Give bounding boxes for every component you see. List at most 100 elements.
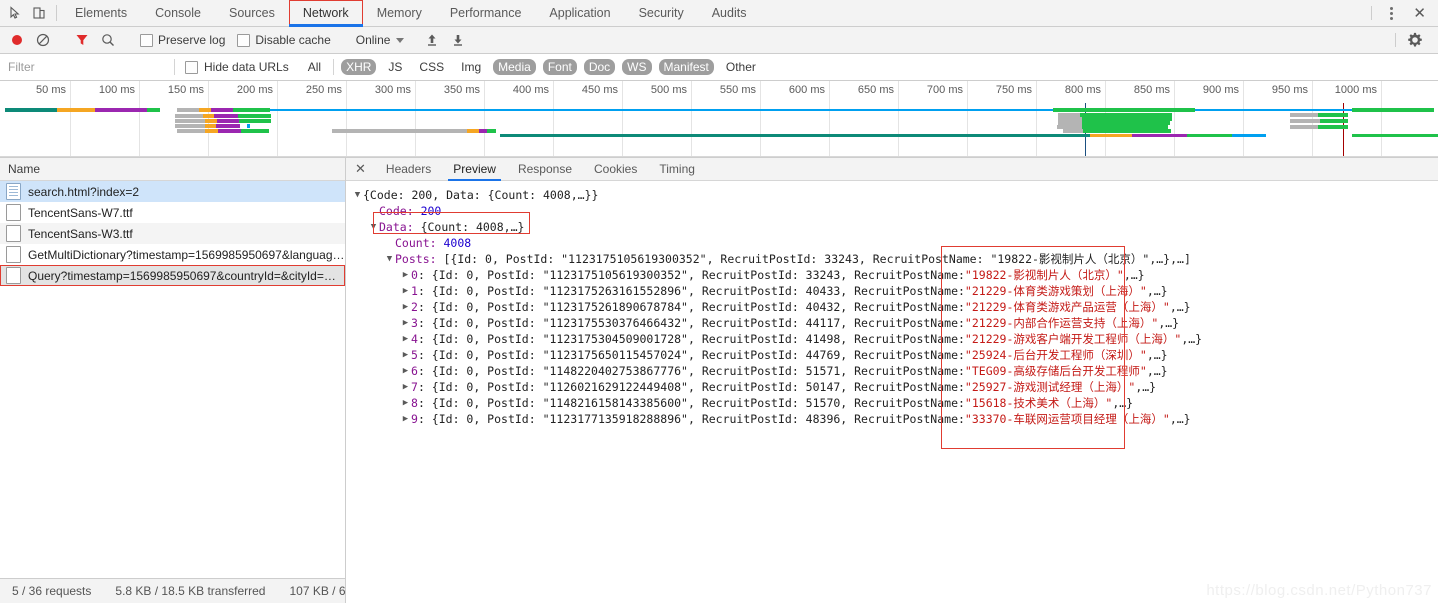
expand-triangle-icon[interactable]: ▼	[384, 251, 395, 267]
json-post-index: 7	[411, 380, 418, 394]
json-post-item[interactable]: ▶ 0: {Id: 0, PostId: "112317510561930035…	[352, 267, 1438, 283]
json-post-item[interactable]: ▶ 4: {Id: 0, PostId: "112317530450900172…	[352, 331, 1438, 347]
json-post-item[interactable]: ▶ 7: {Id: 0, PostId: "112602162912244940…	[352, 379, 1438, 395]
json-post-item[interactable]: ▶ 9: {Id: 0, PostId: "112317713591828889…	[352, 411, 1438, 427]
json-post-item[interactable]: ▶ 2: {Id: 0, PostId: "112317526189067878…	[352, 299, 1438, 315]
close-icon[interactable]: ✕	[1411, 6, 1428, 21]
more-options-icon[interactable]	[1384, 6, 1399, 20]
expand-triangle-icon[interactable]: ▶	[400, 379, 411, 395]
expand-triangle-icon[interactable]: ▶	[400, 395, 411, 411]
filter-input[interactable]	[0, 56, 174, 78]
chip-ws[interactable]: WS	[622, 59, 652, 75]
device-toolbar-icon[interactable]	[32, 6, 46, 20]
tab-elements[interactable]: Elements	[61, 0, 141, 26]
tab-application[interactable]: Application	[535, 0, 624, 26]
chip-font[interactable]: Font	[542, 59, 577, 75]
tab-network[interactable]: Network	[288, 0, 363, 27]
json-post-item[interactable]: ▶ 8: {Id: 0, PostId: "114821615814338560…	[352, 395, 1438, 411]
generic-file-icon	[6, 267, 21, 284]
inspect-element-icon[interactable]	[8, 6, 22, 20]
request-list[interactable]: search.html?index=2 TencentSans-W7.ttf T…	[0, 181, 345, 578]
tick-label: 50 ms	[36, 84, 66, 96]
tab-response[interactable]: Response	[507, 158, 583, 180]
tab-label: Cookies	[594, 162, 638, 176]
chip-manifest[interactable]: Manifest	[658, 59, 714, 75]
chip-media[interactable]: Media	[493, 59, 536, 75]
export-har-icon[interactable]	[447, 29, 469, 51]
tick-label: 100 ms	[98, 84, 135, 96]
json-post-index: 2	[411, 300, 418, 314]
json-node-posts[interactable]: ▼ Posts: [{Id: 0, PostId: "1123175105619…	[352, 251, 1438, 267]
json-post-item[interactable]: ▶ 1: {Id: 0, PostId: "112317526316155289…	[352, 283, 1438, 299]
request-row-query[interactable]: Query?timestamp=1569985950697&countryId=…	[0, 265, 345, 286]
tab-sources[interactable]: Sources	[215, 0, 289, 26]
close-icon[interactable]: ✕	[346, 158, 375, 180]
chip-doc[interactable]: Doc	[583, 59, 616, 75]
tab-audits[interactable]: Audits	[698, 0, 761, 26]
preserve-log-checkbox[interactable]: Preserve log	[136, 33, 229, 47]
json-post-index: 8	[411, 396, 418, 410]
expand-triangle-icon[interactable]: ▶	[400, 347, 411, 363]
tab-performance[interactable]: Performance	[436, 0, 536, 26]
import-har-icon[interactable]	[421, 29, 443, 51]
request-row-tencentsans-w7[interactable]: TencentSans-W7.ttf	[0, 202, 345, 223]
disable-cache-checkbox[interactable]: Disable cache	[233, 33, 334, 47]
clear-icon[interactable]	[32, 29, 54, 51]
tick-label: 700 ms	[926, 84, 963, 96]
request-row-search-html[interactable]: search.html?index=2	[0, 181, 345, 202]
filter-funnel-icon[interactable]	[71, 29, 93, 51]
expand-triangle-icon[interactable]: ▶	[400, 331, 411, 347]
expand-triangle-icon[interactable]: ▶	[400, 267, 411, 283]
expand-triangle-icon[interactable]: ▶	[400, 299, 411, 315]
json-post-item[interactable]: ▶ 3: {Id: 0, PostId: "112317553037646643…	[352, 315, 1438, 331]
json-post-item[interactable]: ▶ 5: {Id: 0, PostId: "112317565011545702…	[352, 347, 1438, 363]
tab-timing[interactable]: Timing	[648, 158, 706, 180]
chip-js[interactable]: JS	[383, 59, 407, 75]
chip-img[interactable]: Img	[456, 59, 486, 75]
request-row-tencentsans-w3[interactable]: TencentSans-W3.ttf	[0, 223, 345, 244]
expand-triangle-icon[interactable]: ▶	[400, 363, 411, 379]
json-node-data[interactable]: ▼ Data: {Count: 4008,…}	[352, 219, 1438, 235]
tab-preview[interactable]: Preview	[442, 158, 507, 181]
disable-cache-label: Disable cache	[255, 33, 331, 47]
expand-triangle-icon[interactable]: ▶	[400, 411, 411, 427]
record-button-icon[interactable]	[6, 29, 28, 51]
settings-gear-icon[interactable]	[1404, 29, 1426, 51]
tab-security[interactable]: Security	[625, 0, 698, 26]
request-list-header[interactable]: Name	[0, 158, 345, 181]
throttling-dropdown[interactable]: Online	[352, 33, 405, 47]
expand-triangle-icon[interactable]: ▼	[352, 187, 363, 203]
expand-triangle-icon[interactable]: ▶	[400, 315, 411, 331]
tab-memory[interactable]: Memory	[363, 0, 436, 26]
json-post-index: 4	[411, 332, 418, 346]
tick-label: 900 ms	[1202, 84, 1239, 96]
chip-xhr[interactable]: XHR	[341, 59, 377, 75]
generic-file-icon	[6, 246, 21, 263]
chip-css[interactable]: CSS	[414, 59, 449, 75]
generic-file-icon	[6, 225, 21, 242]
json-root-node[interactable]: ▼ {Code: 200, Data: {Count: 4008,…}}	[352, 187, 1438, 203]
tick-label: 650 ms	[857, 84, 894, 96]
tick-label: 800 ms	[1064, 84, 1101, 96]
json-preview-tree[interactable]: ▼ {Code: 200, Data: {Count: 4008,…}} ▶ C…	[346, 181, 1438, 603]
network-overview-timeline[interactable]: 50 ms 100 ms 150 ms 200 ms 250 ms 300 ms…	[0, 81, 1438, 158]
tick-label: 1000 ms	[1334, 84, 1377, 96]
tab-console[interactable]: Console	[141, 0, 215, 26]
json-post-suffix: ,…}	[1146, 364, 1168, 378]
search-icon[interactable]	[97, 29, 119, 51]
expand-triangle-icon[interactable]: ▶	[400, 283, 411, 299]
checkbox-box	[237, 33, 251, 47]
tab-label: Preview	[453, 162, 496, 176]
json-post-index: 5	[411, 348, 418, 362]
request-row-getmultidictionary[interactable]: GetMultiDictionary?timestamp=15699859506…	[0, 244, 345, 265]
json-post-prefix: {Id: 0, PostId: "1123175650115457024", R…	[431, 348, 965, 362]
filter-bar: Hide data URLs All XHR JS CSS Img Media …	[0, 54, 1438, 81]
json-post-item[interactable]: ▶ 6: {Id: 0, PostId: "114822040275386777…	[352, 363, 1438, 379]
detail-tab-bar: ✕ Headers Preview Response Cookies Timin…	[346, 158, 1438, 181]
expand-triangle-icon[interactable]: ▼	[368, 219, 379, 235]
hide-data-urls-checkbox[interactable]: Hide data URLs	[175, 60, 299, 74]
chip-all[interactable]: All	[303, 59, 326, 75]
chip-other[interactable]: Other	[721, 59, 761, 75]
tab-headers[interactable]: Headers	[375, 158, 442, 180]
tab-cookies[interactable]: Cookies	[583, 158, 648, 180]
